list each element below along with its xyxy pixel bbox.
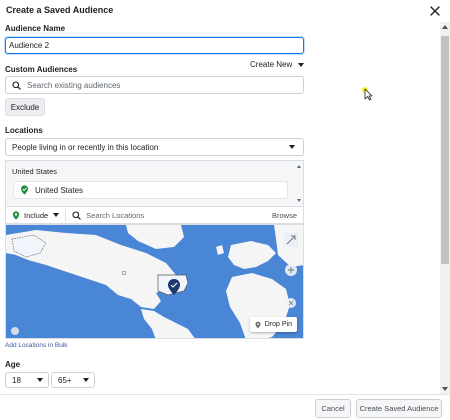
mouse-cursor-icon: [362, 87, 373, 101]
location-search-row: Include Search Locations Browse: [5, 206, 304, 224]
selected-location-item[interactable]: United States: [13, 181, 288, 199]
chevron-down-icon: [298, 62, 305, 67]
age-max-value: 65+: [58, 375, 72, 385]
drop-pin-button[interactable]: Drop Pin: [249, 317, 297, 332]
create-new-dropdown[interactable]: Create New: [250, 60, 305, 69]
audience-name-value: Audience 2: [9, 41, 50, 50]
dialog-header: Create a Saved Audience: [0, 0, 450, 22]
include-label: Include: [24, 210, 49, 220]
create-new-label: Create New: [250, 60, 293, 69]
exclude-button-label: Exclude: [10, 102, 40, 112]
exclude-button[interactable]: Exclude: [5, 98, 45, 116]
location-mode-select[interactable]: People living in or recently in this loc…: [5, 138, 304, 156]
custom-audience-search-placeholder: Search existing audiences: [27, 80, 121, 90]
country-group-header: United States: [12, 167, 58, 176]
search-icon: [72, 210, 81, 220]
include-pin-icon: [12, 210, 20, 220]
add-locations-bulk-link[interactable]: Add Locations in Bulk: [5, 342, 68, 349]
location-map[interactable]: Drop Pin: [5, 224, 304, 339]
location-search-input[interactable]: Search Locations: [86, 211, 272, 220]
age-min-select[interactable]: 18: [5, 372, 49, 388]
chevron-down-icon: [37, 378, 43, 382]
close-icon[interactable]: [429, 5, 441, 17]
location-mode-value: People living in or recently in this loc…: [12, 142, 159, 152]
scroll-down-arrow-icon[interactable]: [442, 387, 448, 391]
content-scrollbar[interactable]: [440, 22, 450, 394]
browse-link[interactable]: Browse: [272, 211, 297, 220]
chevron-down-icon: [53, 213, 60, 217]
age-max-select[interactable]: 65+: [51, 372, 95, 388]
drop-pin-label: Drop Pin: [264, 321, 292, 328]
audience-name-input[interactable]: Audience 2: [5, 37, 304, 54]
custom-audiences-label: Custom Audiences: [5, 65, 78, 74]
audience-name-label: Audience Name: [5, 24, 66, 33]
cancel-button[interactable]: Cancel: [315, 399, 351, 418]
dialog-title: Create a Saved Audience: [6, 5, 114, 15]
chevron-down-icon: [289, 145, 295, 149]
panel-scroll-down-icon[interactable]: [297, 199, 301, 202]
create-button-label: Create Saved Audience: [359, 404, 439, 413]
panel-scroll-up-icon[interactable]: [297, 165, 301, 168]
scroll-thumb[interactable]: [441, 36, 449, 264]
include-dropdown[interactable]: Include: [12, 209, 67, 221]
create-saved-audience-button[interactable]: Create Saved Audience: [356, 399, 442, 418]
locations-label: Locations: [5, 126, 43, 135]
cancel-button-label: Cancel: [321, 404, 345, 413]
custom-audience-search-input[interactable]: Search existing audiences: [5, 76, 304, 94]
selected-location-label: United States: [35, 185, 84, 195]
chevron-down-icon: [83, 378, 89, 382]
pin-icon: [255, 321, 261, 328]
scroll-up-arrow-icon[interactable]: [442, 25, 448, 29]
search-icon: [12, 80, 21, 90]
include-pin-icon: [21, 185, 28, 195]
age-label: Age: [5, 360, 21, 369]
age-min-value: 18: [12, 375, 21, 385]
dialog-content: Audience Name Audience 2 Custom Audience…: [0, 22, 440, 394]
dialog-footer: Cancel Create Saved Audience: [0, 394, 450, 420]
